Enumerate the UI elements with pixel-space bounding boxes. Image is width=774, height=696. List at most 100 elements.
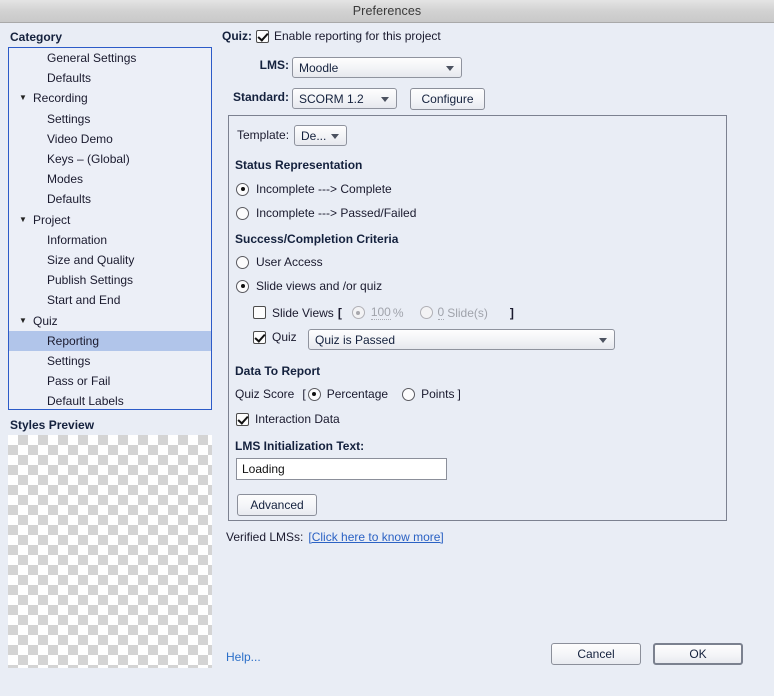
criteria-user-access-label: User Access [256,255,323,269]
verified-lms-row: Verified LMSs: [Click here to know more] [226,530,444,544]
sidebar-item-reporting[interactable]: Reporting [9,330,211,351]
quiz-condition-dropdown[interactable]: Quiz is Passed [308,329,615,350]
sidebar-item-project[interactable]: ▼ Project [9,210,211,230]
configure-button[interactable]: Configure [410,88,485,110]
standard-label-wrap: Standard: [222,90,289,104]
sidebar-item-defaults[interactable]: Defaults [9,68,211,88]
quiz-condition-row[interactable]: Quiz [253,330,297,344]
sidebar-item-label: Reporting [47,333,100,348]
slide-views-checkbox[interactable] [253,306,266,319]
score-percentage-label: Percentage [326,387,389,401]
sidebar-item-size-and-quality[interactable]: Size and Quality [9,250,211,270]
criteria-slide-views-radio[interactable] [236,279,249,293]
sidebar-item-label: Default Labels [47,394,124,409]
sidebar-item-information[interactable]: Information [9,230,211,250]
quiz-condition-dropdown-value: Quiz is Passed [315,332,396,347]
sidebar-item-video-demo[interactable]: Video Demo [9,129,211,149]
score-points-label: Points [421,387,455,401]
criteria-slide-views-row[interactable]: Slide views and /or quiz [236,279,382,293]
standard-dropdown[interactable]: SCORM 1.2 [292,88,397,109]
sidebar-item-label: Settings [47,111,91,126]
criteria-slide-views-label: Slide views and /or quiz [256,279,383,293]
chevron-down-icon[interactable]: ▼ [19,94,33,102]
slide-percentage-unit: % [392,305,404,320]
status-option-complete-row[interactable]: Incomplete ---> Complete [236,182,392,196]
standard-dropdown-value: SCORM 1.2 [299,91,364,106]
interaction-data-row[interactable]: Interaction Data [236,412,340,426]
status-option-passedfailed-row[interactable]: Incomplete ---> Passed/Failed [236,206,416,220]
chevron-down-icon [599,337,607,343]
criteria-user-access-row[interactable]: User Access [236,255,323,269]
enable-reporting-checkbox[interactable] [256,29,269,43]
lms-dropdown[interactable]: Moodle [292,57,462,78]
advanced-button[interactable]: Advanced [237,494,317,516]
score-percentage-radio[interactable] [307,387,321,401]
slide-count-value[interactable]: 0 [437,305,445,320]
sidebar-item-label: Keys – (Global) [47,152,130,167]
category-tree[interactable]: General Settings Defaults ▼ Recording Settin… [8,47,212,410]
window-titlebar: Preferences [0,0,774,23]
quiz-score-bracket-close: ] [457,387,461,401]
slide-views-bracket-close: ] [509,305,514,320]
slide-percentage-value[interactable]: 100 [370,305,391,320]
status-representation-heading: Status Representation [235,158,363,172]
sidebar-item-pass-or-fail[interactable]: Pass or Fail [9,371,211,391]
sidebar-item-label: Publish Settings [47,273,134,288]
verified-lms-link[interactable]: [Click here to know more] [308,530,443,544]
quiz-score-bracket-open: [ [302,387,306,401]
cancel-button[interactable]: Cancel [551,643,641,665]
sidebar-item-default-labels[interactable]: Default Labels [9,391,211,409]
slide-views-row[interactable]: Slide Views [ 100 % 0 Slide(s) ] [253,305,514,320]
sidebar-item-label: General Settings [47,51,137,66]
ok-button[interactable]: OK [653,643,743,665]
lms-label-wrap: LMS: [253,58,289,72]
lms-init-text-input[interactable]: Loading [236,458,447,480]
quiz-condition-checkbox[interactable] [253,330,266,344]
slide-views-label: Slide Views [272,305,334,320]
sidebar-item-publish-settings[interactable]: Publish Settings [9,270,211,290]
sidebar-item-settings[interactable]: Settings [9,109,211,129]
slide-percentage-radio[interactable] [351,306,365,319]
quiz-score-label: Quiz Score [235,387,295,401]
status-option-complete-label: Incomplete ---> Complete [256,182,392,196]
chevron-down-icon [381,96,389,102]
data-to-report-heading: Data To Report [235,364,321,378]
score-points-radio[interactable] [402,387,416,401]
status-option-passedfailed-label: Incomplete ---> Passed/Failed [256,206,417,220]
help-link[interactable]: Help... [226,650,261,664]
sidebar-item-settings[interactable]: Settings [9,351,211,371]
sidebar-item-start-and-end[interactable]: Start and End [9,290,211,310]
sidebar-item-label: Information [47,232,108,247]
sidebar-item-label: Modes [47,172,84,187]
sidebar-item-general-settings[interactable]: General Settings [9,48,211,68]
interaction-data-checkbox[interactable] [236,412,249,426]
status-option-passedfailed-radio[interactable] [236,206,249,220]
reporting-options-group: Template: De... Status Representation In… [228,115,727,521]
criteria-user-access-radio[interactable] [236,255,249,269]
enable-reporting-row[interactable]: Quiz: Enable reporting for this project [222,29,441,43]
chevron-down-icon[interactable]: ▼ [19,215,33,224]
quiz-score-row[interactable]: Quiz Score [ Percentage Points ] [235,387,461,401]
cancel-button-label: Cancel [577,647,615,661]
sidebar-item-label: Quiz [33,313,58,328]
sidebar-item-quiz[interactable]: ▼ Quiz [9,310,211,330]
lms-init-text-heading: LMS Initialization Text: [235,439,365,453]
verified-lms-label: Verified LMSs: [226,530,304,544]
interaction-data-label: Interaction Data [255,412,340,426]
sidebar-item-label: Defaults [47,71,92,86]
advanced-button-label: Advanced [250,498,304,512]
status-option-complete-radio[interactable] [236,182,249,196]
sidebar-item-modes[interactable]: Modes [9,169,211,189]
sidebar-item-label: Pass or Fail [47,374,111,389]
sidebar-item-label: Defaults [47,192,92,207]
success-criteria-heading: Success/Completion Criteria [235,232,399,246]
slide-count-radio[interactable] [419,306,433,319]
template-dropdown[interactable]: De... [294,125,347,146]
sidebar-item-keys-global[interactable]: Keys – (Global) [9,149,211,169]
chevron-down-icon[interactable]: ▼ [19,316,33,325]
sidebar-item-defaults[interactable]: Defaults [9,189,211,209]
slide-count-unit: Slide(s) [447,305,488,320]
sidebar-item-recording[interactable]: ▼ Recording [9,88,211,108]
slide-views-bracket-open: [ [337,305,342,320]
quiz-label: Quiz: [222,29,252,43]
